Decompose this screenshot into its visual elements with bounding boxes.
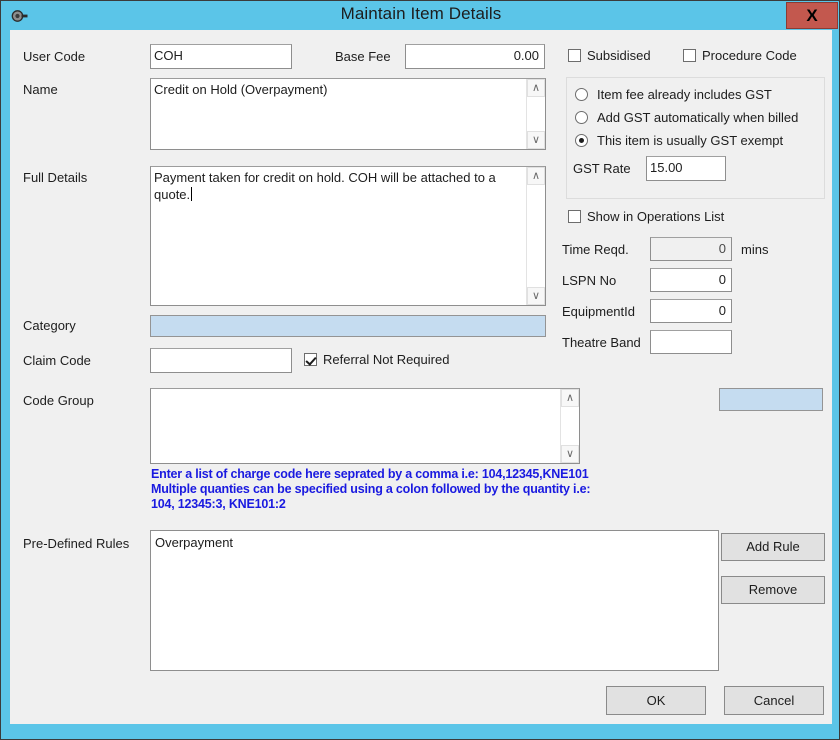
equipment-id-input[interactable]: 0 (650, 299, 732, 323)
text-caret (191, 187, 193, 201)
category-combobox[interactable] (150, 315, 546, 337)
theatre-band-input[interactable] (650, 330, 732, 354)
full-details-input[interactable]: Payment taken for credit on hold. COH wi… (150, 166, 546, 306)
user-code-input[interactable]: COH (150, 44, 292, 69)
code-group-scrollbar[interactable]: ∧ ∨ (560, 389, 579, 463)
ok-button[interactable]: OK (606, 686, 706, 715)
radio-label: Add GST automatically when billed (597, 110, 799, 125)
radio-label: This item is usually GST exempt (597, 133, 784, 148)
code-group-help-text: Enter a list of charge code here seprate… (151, 467, 591, 511)
lspn-no-input[interactable]: 0 (650, 268, 732, 292)
time-reqd-label: Time Reqd. (562, 242, 629, 257)
code-group-input[interactable]: ∧ ∨ (150, 388, 580, 464)
subsidised-checkbox-box (568, 49, 581, 62)
full-details-label: Full Details (23, 170, 88, 185)
cancel-button[interactable]: Cancel (724, 686, 824, 715)
lspn-no-label: LSPN No (562, 273, 617, 288)
dialog-body: User Code COH Base Fee 0.00 Subsidised P… (10, 30, 832, 724)
referral-not-required-checkbox-box (304, 353, 317, 366)
add-rule-button[interactable]: Add Rule (721, 533, 825, 561)
code-group-combobox[interactable] (719, 388, 823, 411)
procedure-code-label: Procedure Code (702, 48, 797, 63)
scroll-down-icon[interactable]: ∨ (561, 445, 579, 463)
name-input[interactable]: Credit on Hold (Overpayment) ∧ ∨ (150, 78, 546, 150)
scroll-down-icon[interactable]: ∨ (527, 287, 545, 305)
full-details-input-text: Payment taken for credit on hold. COH wi… (154, 170, 500, 202)
show-in-operations-list-checkbox-box (568, 210, 581, 223)
scroll-down-icon[interactable]: ∨ (527, 131, 545, 149)
name-label: Name (23, 82, 58, 97)
close-button[interactable]: X (786, 2, 838, 29)
full-details-scrollbar[interactable]: ∧ ∨ (526, 167, 545, 305)
radio-label: Item fee already includes GST (597, 87, 772, 102)
code-group-label: Code Group (23, 393, 94, 408)
base-fee-label: Base Fee (335, 49, 391, 64)
gst-rate-input[interactable]: 15.00 (646, 156, 726, 181)
list-item[interactable]: Overpayment (155, 534, 712, 551)
time-reqd-input[interactable]: 0 (650, 237, 732, 261)
scroll-up-icon[interactable]: ∧ (527, 79, 545, 97)
titlebar: Maintain Item Details X (1, 1, 839, 30)
equipment-id-label: EquipmentId (562, 304, 635, 319)
scroll-up-icon[interactable]: ∧ (527, 167, 545, 185)
user-code-label: User Code (23, 49, 86, 64)
time-reqd-units-label: mins (741, 242, 769, 257)
procedure-code-checkbox-box (683, 49, 696, 62)
claim-code-label: Claim Code (23, 353, 91, 368)
referral-not-required-label: Referral Not Required (323, 352, 450, 367)
name-input-text: Credit on Hold (Overpayment) (154, 82, 328, 97)
claim-code-input[interactable] (150, 348, 292, 373)
radio-circle (575, 88, 588, 101)
maintain-item-details-window: Maintain Item Details X User Code COH Ba… (0, 0, 840, 740)
gst-rate-label: GST Rate (573, 161, 631, 176)
show-in-operations-list-label: Show in Operations List (587, 209, 725, 224)
window-title: Maintain Item Details (340, 4, 502, 23)
subsidised-label: Subsidised (587, 48, 651, 63)
pre-defined-rules-label: Pre-Defined Rules (23, 536, 130, 551)
name-scrollbar[interactable]: ∧ ∨ (526, 79, 545, 149)
theatre-band-label: Theatre Band (562, 335, 641, 350)
pre-defined-rules-list[interactable]: Overpayment (150, 530, 719, 671)
category-label: Category (23, 318, 76, 333)
base-fee-input[interactable]: 0.00 (405, 44, 545, 69)
radio-circle (575, 134, 588, 147)
remove-button[interactable]: Remove (721, 576, 825, 604)
scroll-up-icon[interactable]: ∧ (561, 389, 579, 407)
radio-circle (575, 111, 588, 124)
